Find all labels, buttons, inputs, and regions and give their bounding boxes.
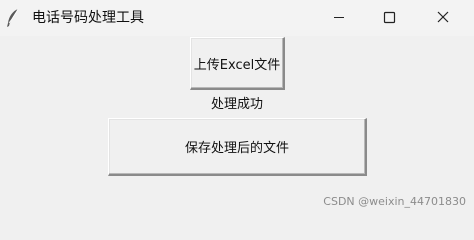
close-button[interactable]: [420, 0, 466, 36]
maximize-icon: [383, 11, 396, 24]
close-icon: [437, 11, 449, 23]
window-title: 电话号码处理工具: [32, 10, 144, 26]
status-label: 处理成功: [210, 97, 263, 112]
maximize-button[interactable]: [366, 0, 412, 36]
watermark-text: CSDN @weixin_44701830: [323, 195, 466, 208]
minimize-icon: [334, 17, 344, 18]
upload-excel-button[interactable]: 上传Excel文件: [190, 37, 285, 90]
save-processed-file-button[interactable]: 保存处理后的文件: [108, 118, 367, 176]
app-window: 电话号码处理工具 上传Excel文件 处理成功 保存处理后的文件 CSDN @w…: [0, 0, 474, 212]
minimize-button[interactable]: [316, 0, 362, 36]
feather-icon: [6, 8, 20, 28]
title-bar[interactable]: 电话号码处理工具: [0, 0, 474, 36]
